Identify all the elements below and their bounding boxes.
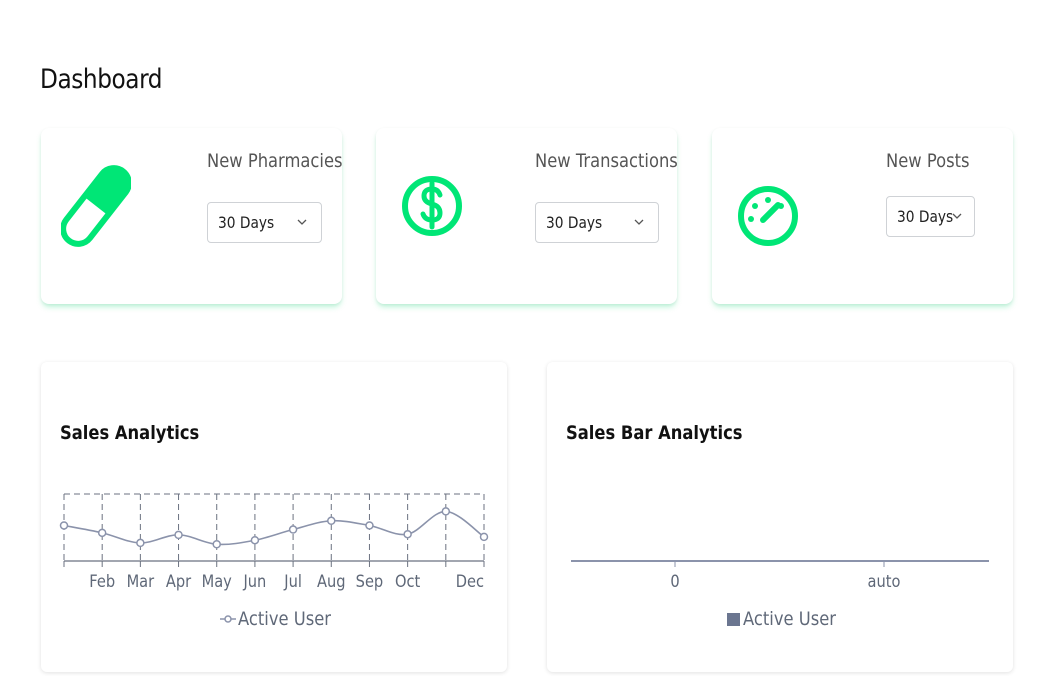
legend-label: Active User bbox=[743, 608, 836, 630]
card-label: New Pharmacies bbox=[207, 150, 343, 172]
legend-label: Active User bbox=[238, 608, 331, 630]
chart-legend[interactable]: Active User bbox=[727, 608, 851, 630]
stat-card-new-posts: New Posts 30 Days bbox=[712, 128, 1013, 304]
period-select[interactable]: 30 Days bbox=[886, 196, 975, 237]
chevron-down-icon bbox=[297, 219, 307, 225]
x-tick-label: Jun bbox=[243, 571, 267, 591]
x-tick-label: 0 bbox=[670, 571, 679, 591]
card-label: New Posts bbox=[886, 150, 970, 172]
x-tick-label: Dec bbox=[456, 571, 484, 591]
data-point[interactable] bbox=[136, 538, 145, 548]
x-tick-label: auto bbox=[868, 571, 901, 591]
x-tick-label: Oct bbox=[395, 571, 420, 591]
pill-icon bbox=[61, 165, 131, 247]
x-tick-label: Sep bbox=[356, 571, 384, 591]
sales-analytics-panel: Sales Analytics Feb Mar Apr May Jun Jul Aug Sep… bbox=[41, 362, 507, 672]
x-tick-label: Jul bbox=[283, 571, 302, 591]
sales-bar-chart: 0 auto bbox=[571, 560, 989, 591]
stat-card-new-transactions: New Transactions 30 Days bbox=[376, 128, 678, 304]
period-select[interactable]: 30 Days bbox=[207, 202, 322, 243]
x-tick-label: Feb bbox=[89, 571, 115, 591]
x-tick-label: May bbox=[202, 571, 232, 591]
card-label: New Transactions bbox=[535, 150, 678, 172]
sales-bar-analytics-panel: Sales Bar Analytics 0 auto Active User bbox=[547, 362, 1013, 672]
data-point[interactable] bbox=[250, 535, 260, 545]
chevron-down-icon bbox=[952, 213, 962, 219]
data-point[interactable] bbox=[59, 521, 69, 530]
stat-card-new-pharmacies: New Pharmacies 30 Days bbox=[41, 128, 343, 304]
chart-legend[interactable]: Active User bbox=[220, 608, 346, 630]
data-point[interactable] bbox=[403, 529, 412, 539]
x-tick-label: Aug bbox=[317, 571, 346, 591]
speedometer-icon bbox=[738, 186, 798, 246]
data-point[interactable] bbox=[479, 532, 489, 542]
period-select[interactable]: 30 Days bbox=[535, 202, 659, 243]
dollar-circle-icon bbox=[402, 176, 462, 236]
data-point[interactable] bbox=[97, 528, 107, 538]
x-tick-label: Apr bbox=[166, 571, 192, 591]
page-title: Dashboard bbox=[40, 64, 163, 95]
data-point[interactable] bbox=[212, 540, 221, 549]
data-point[interactable] bbox=[174, 530, 183, 540]
sales-line-chart: Feb Mar Apr May Jun Jul Aug Sep Oct Dec bbox=[59, 493, 489, 591]
series-line-active-user bbox=[63, 510, 485, 546]
data-point[interactable] bbox=[365, 521, 374, 530]
data-point[interactable] bbox=[288, 525, 298, 534]
x-tick-label: Mar bbox=[127, 571, 155, 591]
chevron-down-icon bbox=[634, 219, 644, 225]
data-point[interactable] bbox=[441, 507, 451, 516]
legend-square-icon bbox=[727, 612, 740, 626]
data-point[interactable] bbox=[327, 516, 336, 526]
legend-line-marker-icon bbox=[220, 615, 236, 623]
